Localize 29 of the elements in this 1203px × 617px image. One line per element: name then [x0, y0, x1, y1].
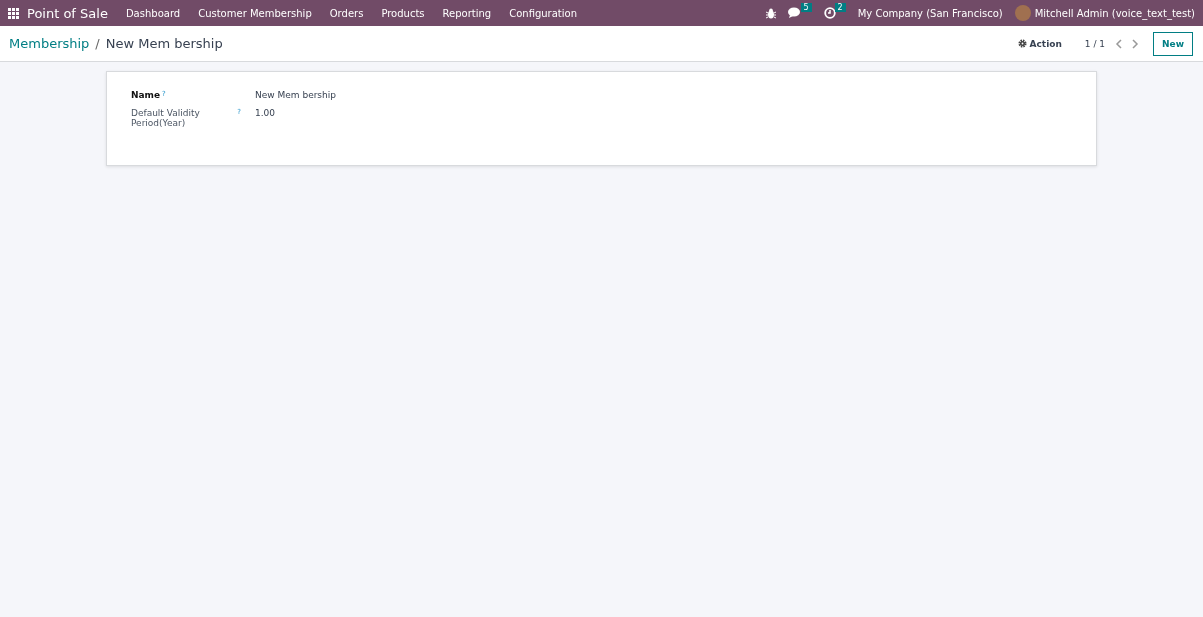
- menu-item[interactable]: Orders: [329, 7, 364, 19]
- apps-grid-icon[interactable]: [8, 7, 19, 19]
- breadcrumb-link[interactable]: Membership: [9, 36, 90, 51]
- pager-value: 1 / 1: [1084, 38, 1106, 49]
- field-label: Name: [131, 90, 161, 100]
- action-button[interactable]: Action: [1014, 35, 1065, 52]
- clock-icon[interactable]: [823, 7, 836, 19]
- user-menu[interactable]: Mitchell Admin (voice_text_test): [1034, 7, 1195, 19]
- bug-icon[interactable]: [765, 7, 776, 19]
- field-value[interactable]: New Mem bership: [255, 90, 1072, 100]
- menu-item[interactable]: Reporting: [442, 7, 492, 19]
- activity-count: 2: [834, 3, 846, 12]
- field-label: Default Validity Period(Year): [131, 108, 201, 128]
- action-label: Action: [1029, 38, 1062, 49]
- menu-item[interactable]: Customer Membership: [198, 7, 312, 19]
- next-icon[interactable]: [1131, 38, 1140, 49]
- gear-icon: [1017, 39, 1027, 48]
- previous-icon[interactable]: [1115, 38, 1124, 49]
- new-button[interactable]: New: [1153, 31, 1193, 56]
- breadcrumb-separator: /: [95, 36, 100, 51]
- menu-item[interactable]: Products: [381, 7, 425, 19]
- company-switcher[interactable]: My Company (San Francisco): [857, 7, 1003, 19]
- message-count: 5: [800, 3, 812, 12]
- chat-icon[interactable]: [787, 7, 802, 19]
- app-name[interactable]: Point of Sale: [27, 5, 108, 21]
- menu-item[interactable]: Configuration: [509, 7, 577, 19]
- page-title: New Mem bership: [105, 36, 223, 51]
- menu-item[interactable]: Dashboard: [125, 7, 181, 19]
- field-value[interactable]: 1.00: [255, 108, 1072, 128]
